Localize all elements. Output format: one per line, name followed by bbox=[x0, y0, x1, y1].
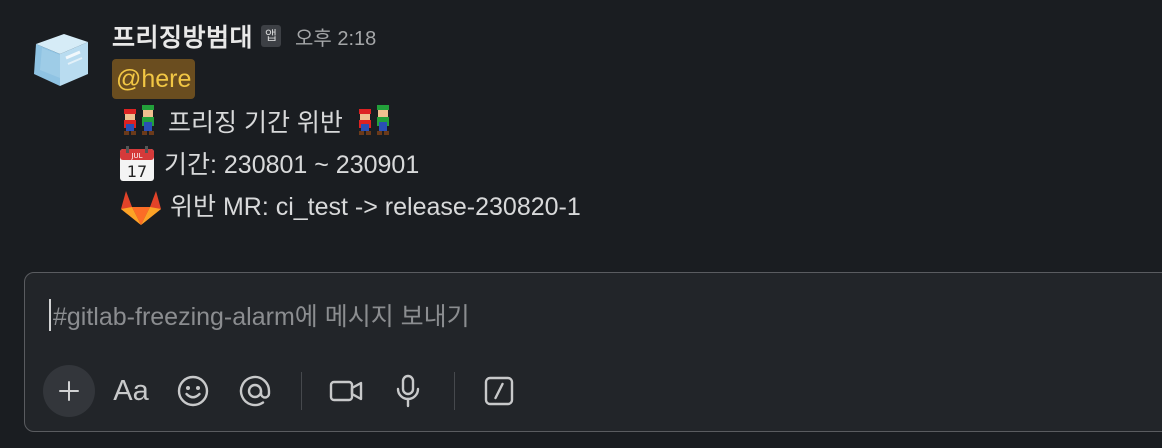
violation-title: 프리징 기간 위반 bbox=[168, 109, 343, 137]
toolbar-divider bbox=[301, 372, 302, 410]
composer-toolbar: Aa bbox=[43, 363, 535, 419]
period-text: 기간: 230801 ~ 230901 bbox=[164, 151, 420, 179]
period-line: JUL 17 기간: 230801 ~ 230901 bbox=[118, 142, 581, 184]
mario-luigi-icon bbox=[118, 103, 162, 139]
message-body: 프리징방범대 앱 오후 2:18 @here 프리징 기간 위반 JUL 17 … bbox=[112, 14, 581, 226]
microphone-icon bbox=[396, 374, 420, 408]
calendar-icon: JUL 17 bbox=[118, 145, 158, 181]
format-label: Aa bbox=[113, 374, 149, 407]
mention-line: @here bbox=[112, 58, 581, 100]
timestamp[interactable]: 오후 2:18 bbox=[295, 22, 376, 51]
emoji-button[interactable] bbox=[167, 365, 219, 417]
input-placeholder: #gitlab-freezing-alarm에 메시지 보내기 bbox=[53, 303, 470, 331]
audio-button[interactable] bbox=[382, 365, 434, 417]
at-icon bbox=[239, 375, 271, 407]
mr-line: 위반 MR: ci_test -> release-230820-1 bbox=[118, 184, 581, 226]
here-mention[interactable]: @here bbox=[112, 59, 196, 99]
svg-text:JUL: JUL bbox=[130, 152, 142, 160]
mention-button[interactable] bbox=[229, 365, 281, 417]
gitlab-icon bbox=[118, 187, 164, 225]
format-button[interactable]: Aa bbox=[105, 365, 157, 417]
smiley-icon bbox=[177, 375, 209, 407]
mr-text: 위반 MR: ci_test -> release-230820-1 bbox=[170, 193, 581, 221]
ice-cube-icon bbox=[34, 34, 88, 86]
app-badge: 앱 bbox=[261, 25, 281, 47]
video-button[interactable] bbox=[320, 365, 372, 417]
message-header: 프리징방범대 앱 오후 2:18 bbox=[112, 14, 581, 58]
video-icon bbox=[329, 380, 363, 402]
attach-button[interactable] bbox=[43, 365, 95, 417]
message-input[interactable]: #gitlab-freezing-alarm에 메시지 보내기 bbox=[49, 295, 470, 335]
sender-name[interactable]: 프리징방범대 bbox=[112, 18, 253, 54]
plus-icon bbox=[59, 381, 79, 401]
violation-title-line: 프리징 기간 위반 bbox=[118, 100, 581, 142]
slash-icon bbox=[484, 376, 514, 406]
shortcuts-button[interactable] bbox=[473, 365, 525, 417]
text-caret bbox=[49, 299, 51, 331]
avatar[interactable] bbox=[30, 28, 92, 90]
svg-text:17: 17 bbox=[127, 162, 147, 181]
mario-luigi-icon bbox=[353, 103, 397, 139]
message: 프리징방범대 앱 오후 2:18 @here 프리징 기간 위반 JUL 17 … bbox=[0, 0, 1162, 250]
toolbar-divider bbox=[454, 372, 455, 410]
message-composer[interactable]: #gitlab-freezing-alarm에 메시지 보내기 Aa bbox=[24, 272, 1162, 432]
